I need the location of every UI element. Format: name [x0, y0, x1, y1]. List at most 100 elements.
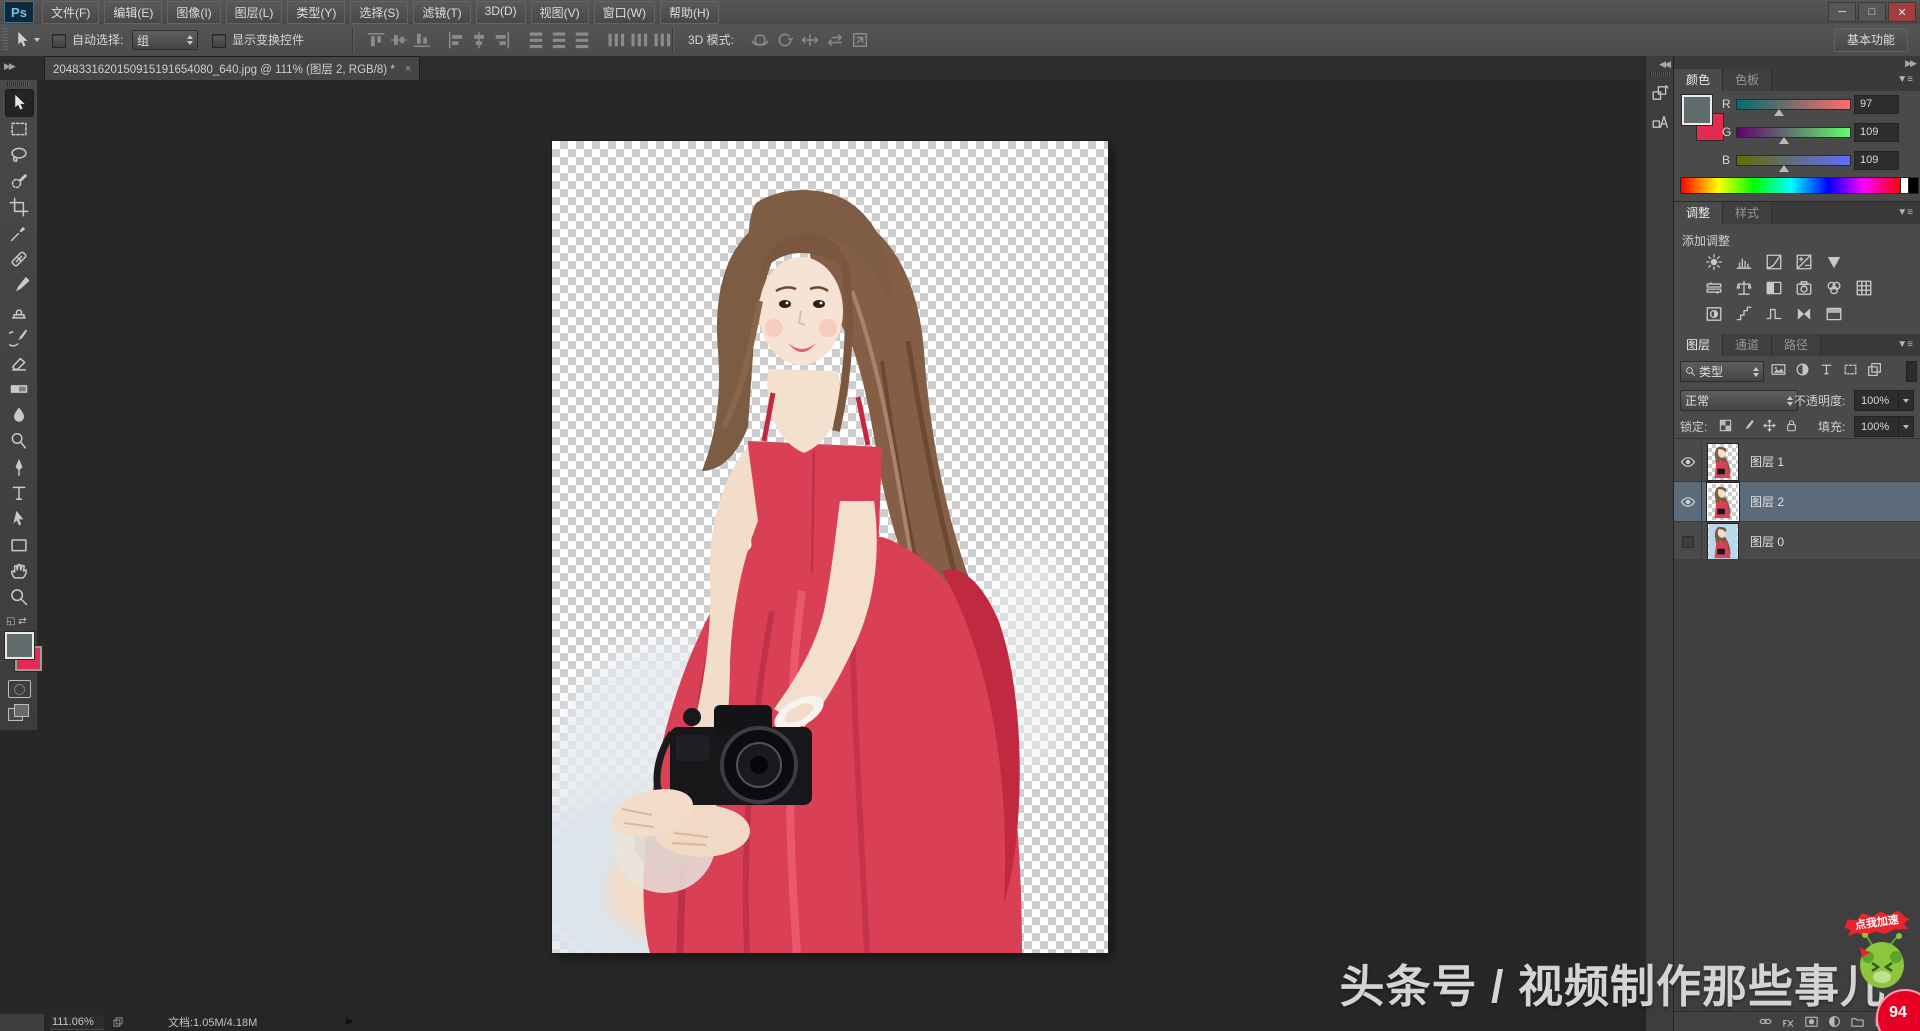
dock-collapse-icon[interactable]: ◀◀	[1659, 59, 1669, 70]
menu-编辑(E)[interactable]: 编辑(E)	[104, 1, 162, 24]
adjustment-filter-icon[interactable]	[1794, 361, 1811, 378]
type-tool[interactable]	[6, 480, 33, 506]
menu-3D(D)[interactable]: 3D(D)	[476, 1, 526, 24]
dodge-tool[interactable]	[6, 428, 33, 454]
color-panel-menu-icon[interactable]: ▼≡	[1897, 69, 1920, 91]
shape-filter-icon[interactable]	[1842, 361, 1859, 378]
posterize-icon[interactable]	[1734, 304, 1754, 324]
curves-icon[interactable]	[1764, 252, 1784, 272]
dist-right-icon[interactable]	[652, 30, 672, 50]
levels-icon[interactable]	[1734, 252, 1754, 272]
auto-select-checkbox[interactable]	[52, 34, 66, 48]
layers-tab-通道[interactable]: 通道	[1723, 334, 1772, 356]
path-select-tool[interactable]	[6, 506, 33, 532]
eraser-tool[interactable]	[6, 350, 33, 376]
history-panel-icon[interactable]	[1649, 82, 1671, 104]
marquee-tool[interactable]	[6, 116, 33, 142]
toolbar-expand-icon[interactable]: ▶▶	[4, 61, 14, 72]
adjustments-tab-样式[interactable]: 样式	[1723, 202, 1772, 224]
layer-visibility-图层 0[interactable]	[1674, 522, 1702, 561]
invert-icon[interactable]	[1704, 304, 1724, 324]
promo-count-circle[interactable]: 94	[1876, 989, 1920, 1031]
menu-类型(Y)[interactable]: 类型(Y)	[287, 1, 345, 24]
document-tab[interactable]: 2048331620150915191654080_640.jpg @ 111%…	[44, 56, 420, 81]
fill-field[interactable]: 100%	[1854, 416, 1914, 437]
brush-tool[interactable]	[6, 272, 33, 298]
slide-3d-icon[interactable]	[825, 30, 845, 50]
menu-帮助(H)[interactable]: 帮助(H)	[660, 1, 719, 24]
align-middle-icon[interactable]	[389, 30, 409, 50]
workspace-switcher-button[interactable]: 基本功能	[1834, 28, 1908, 52]
channel-slider-G[interactable]	[1736, 127, 1851, 138]
status-options-icon[interactable]	[112, 1016, 126, 1028]
layer-visibility-图层 1[interactable]	[1674, 442, 1702, 481]
type-filter-icon[interactable]	[1818, 361, 1835, 378]
layer-row-图层 0[interactable]: 图层 0	[1674, 522, 1920, 562]
pan-3d-icon[interactable]	[800, 30, 820, 50]
blend-mode-dropdown[interactable]: 正常	[1680, 390, 1798, 411]
exposure-icon[interactable]	[1794, 252, 1814, 272]
layer-hidden-box[interactable]	[1682, 536, 1694, 548]
layer-mask-icon[interactable]	[1804, 1014, 1819, 1029]
lock-transparency-icon[interactable]	[1718, 418, 1733, 433]
layer-thumbnail-图层 2[interactable]	[1708, 484, 1738, 520]
move-tool[interactable]	[6, 90, 33, 116]
layers-tab-图层[interactable]: 图层	[1674, 334, 1723, 356]
pixel-filter-icon[interactable]	[1770, 361, 1787, 378]
brightness-contrast-icon[interactable]	[1704, 252, 1724, 272]
layer-row-图层 1[interactable]: 图层 1	[1674, 442, 1920, 482]
layer-thumbnail-图层 1[interactable]	[1708, 444, 1738, 480]
character-panel-icon[interactable]	[1649, 110, 1671, 132]
shape-tool[interactable]	[6, 532, 33, 558]
vibrance-icon[interactable]	[1824, 252, 1844, 272]
layer-thumbnail-图层 0[interactable]	[1708, 524, 1738, 560]
roll-3d-icon[interactable]	[775, 30, 795, 50]
dist-bottom-icon[interactable]	[572, 30, 592, 50]
hand-tool[interactable]	[6, 558, 33, 584]
layer-style-icon[interactable]	[1781, 1014, 1796, 1029]
panel-foreground-swatch[interactable]	[1682, 95, 1712, 125]
dist-vcenter-icon[interactable]	[549, 30, 569, 50]
zoom-level-field[interactable]: 111.06%	[50, 1015, 104, 1030]
dist-hcenter-icon[interactable]	[629, 30, 649, 50]
channel-value-B[interactable]: 109	[1854, 151, 1899, 170]
channel-value-G[interactable]: 109	[1854, 123, 1899, 142]
menu-图像(I)[interactable]: 图像(I)	[167, 1, 220, 24]
lock-position-icon[interactable]	[1762, 418, 1777, 433]
menu-选择(S)[interactable]: 选择(S)	[350, 1, 408, 24]
move-tool-preset-icon[interactable]	[12, 30, 32, 50]
healing-tool[interactable]	[6, 246, 33, 272]
document-tab-close-icon[interactable]: ×	[405, 63, 411, 75]
minimize-button[interactable]: ─	[1828, 2, 1856, 22]
promo-badge[interactable]: 点我加速 94	[1820, 911, 1920, 1031]
layer-filter-switch[interactable]	[1906, 361, 1917, 382]
lock-pixels-icon[interactable]	[1740, 418, 1755, 433]
zoom-tool[interactable]	[6, 584, 33, 610]
swap-colors-icon[interactable]: ◱ ⇄	[6, 616, 32, 630]
align-center-icon[interactable]	[469, 30, 489, 50]
color-ramp[interactable]	[1680, 177, 1902, 194]
scale-3d-icon[interactable]	[850, 30, 870, 50]
panel-dock-collapse-icon[interactable]: ▶▶	[1905, 58, 1915, 69]
menu-图层(L)[interactable]: 图层(L)	[226, 1, 283, 24]
photo-filter-icon[interactable]	[1794, 278, 1814, 298]
channel-mixer-icon[interactable]	[1824, 278, 1844, 298]
color-ramp-black[interactable]	[1908, 177, 1919, 194]
layers-tab-路径[interactable]: 路径	[1772, 334, 1821, 356]
foreground-color-swatch[interactable]	[5, 632, 34, 659]
menu-窗口(W)[interactable]: 窗口(W)	[594, 1, 655, 24]
clone-stamp-tool[interactable]	[6, 298, 33, 324]
channel-slider-thumb-B[interactable]	[1779, 165, 1789, 172]
show-transform-checkbox[interactable]	[212, 34, 226, 48]
screen-mode-button[interactable]	[8, 704, 30, 722]
orbit-3d-icon[interactable]	[750, 30, 770, 50]
fill-dropdown-icon[interactable]	[1898, 417, 1913, 436]
align-top-icon[interactable]	[366, 30, 386, 50]
close-button[interactable]: ✕	[1888, 2, 1916, 22]
layer-row-图层 2[interactable]: 图层 2	[1674, 482, 1920, 522]
quick-mask-button[interactable]	[8, 680, 31, 698]
color-balance-icon[interactable]	[1734, 278, 1754, 298]
dist-left-icon[interactable]	[606, 30, 626, 50]
align-bottom-icon[interactable]	[412, 30, 432, 50]
quick-select-tool[interactable]	[6, 168, 33, 194]
